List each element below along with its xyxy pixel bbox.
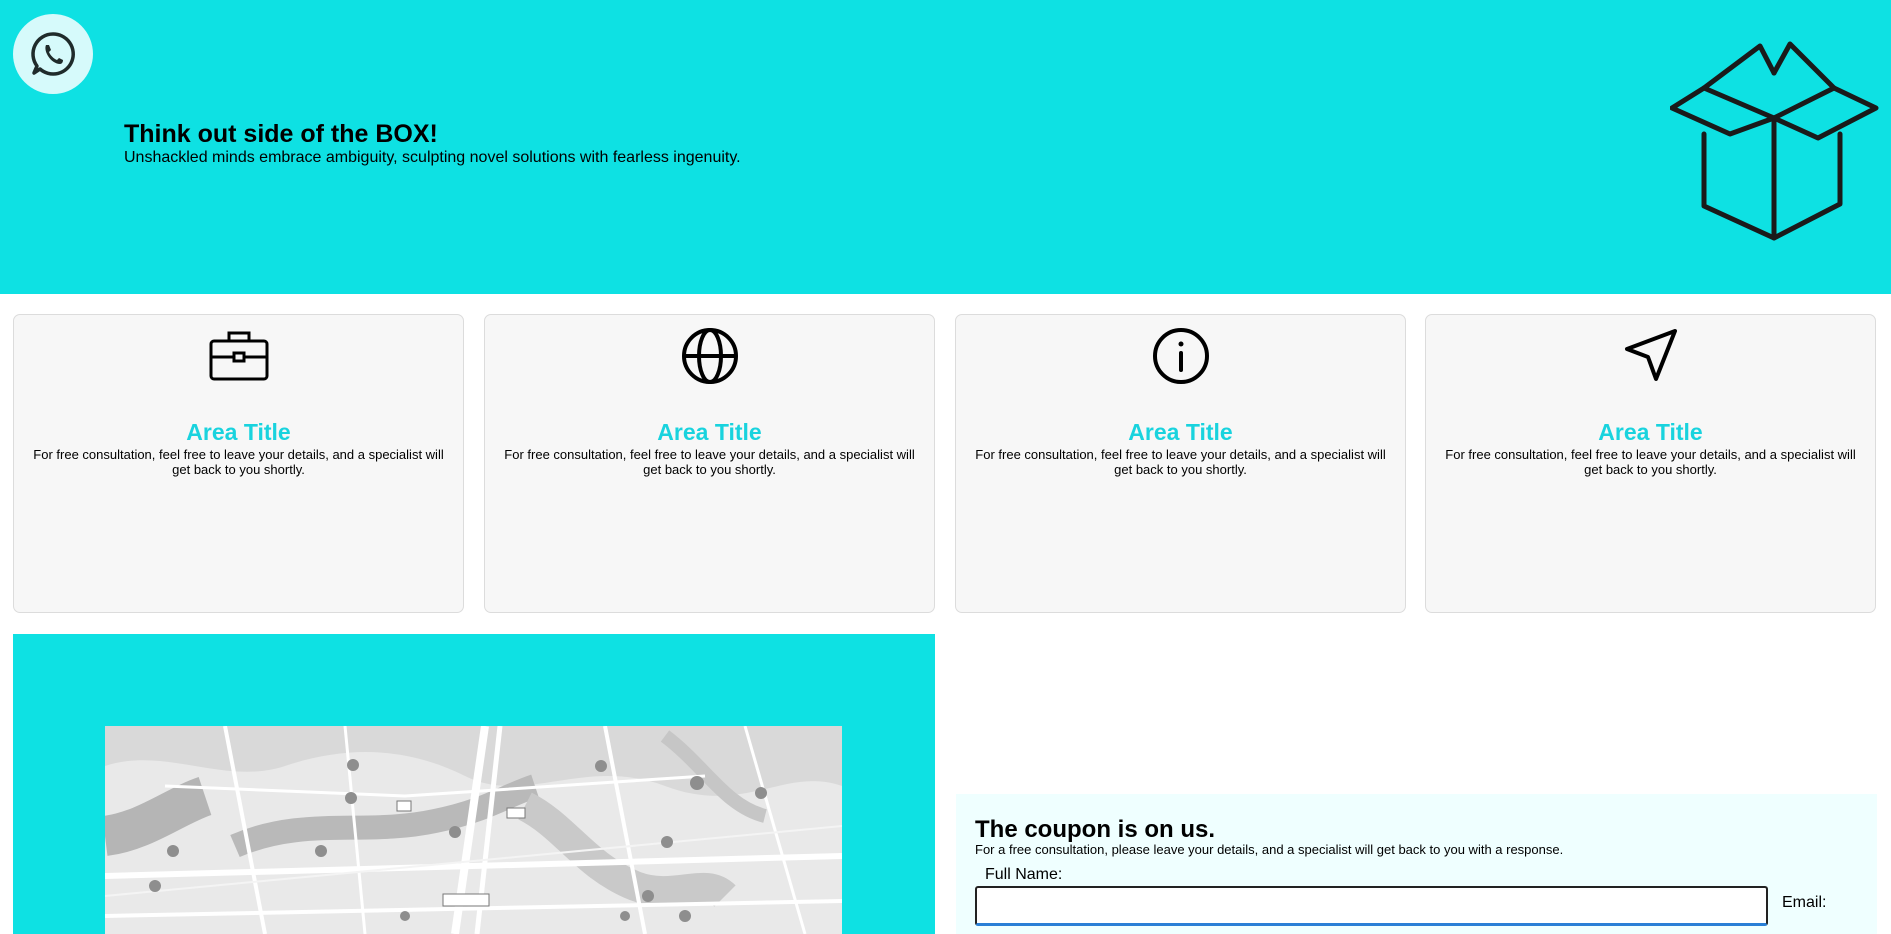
full-name-input[interactable] bbox=[975, 886, 1768, 926]
card-description: For free consultation, feel free to leav… bbox=[1445, 447, 1856, 477]
card-title: Area Title bbox=[657, 419, 762, 445]
briefcase-icon bbox=[209, 331, 268, 381]
hero-subtitle: Unshackled minds embrace ambiguity, scul… bbox=[124, 149, 741, 166]
coupon-form: The coupon is on us. For a free consulta… bbox=[956, 794, 1877, 934]
map-section bbox=[13, 634, 935, 934]
card-description: For free consultation, feel free to leav… bbox=[975, 447, 1386, 477]
navigation-arrow-icon bbox=[1624, 329, 1677, 381]
info-icon bbox=[1152, 328, 1209, 384]
full-name-label: Full Name: bbox=[985, 866, 1063, 883]
email-label: Email: bbox=[1782, 894, 1827, 911]
area-card-1: Area Title For free consultation, feel f… bbox=[13, 314, 464, 613]
whatsapp-button[interactable] bbox=[13, 14, 93, 94]
card-title: Area Title bbox=[1598, 419, 1703, 445]
area-card-3: Area Title For free consultation, feel f… bbox=[955, 314, 1406, 613]
coupon-title: The coupon is on us. bbox=[975, 816, 1215, 843]
hero-title: Think out side of the BOX! bbox=[124, 120, 438, 148]
card-description: For free consultation, feel free to leav… bbox=[504, 447, 915, 477]
whatsapp-icon bbox=[31, 32, 75, 76]
embedded-map[interactable] bbox=[105, 726, 842, 934]
card-title: Area Title bbox=[186, 419, 291, 445]
coupon-subtitle: For a free consultation, please leave yo… bbox=[975, 842, 1564, 857]
card-description: For free consultation, feel free to leav… bbox=[33, 447, 444, 477]
map-image bbox=[105, 726, 842, 934]
area-card-4: Area Title For free consultation, feel f… bbox=[1425, 314, 1876, 613]
card-title: Area Title bbox=[1128, 419, 1233, 445]
open-box-icon bbox=[1670, 41, 1879, 241]
globe-icon bbox=[681, 328, 738, 384]
hero-banner: Think out side of the BOX! Unshackled mi… bbox=[0, 0, 1891, 294]
area-card-2: Area Title For free consultation, feel f… bbox=[484, 314, 935, 613]
